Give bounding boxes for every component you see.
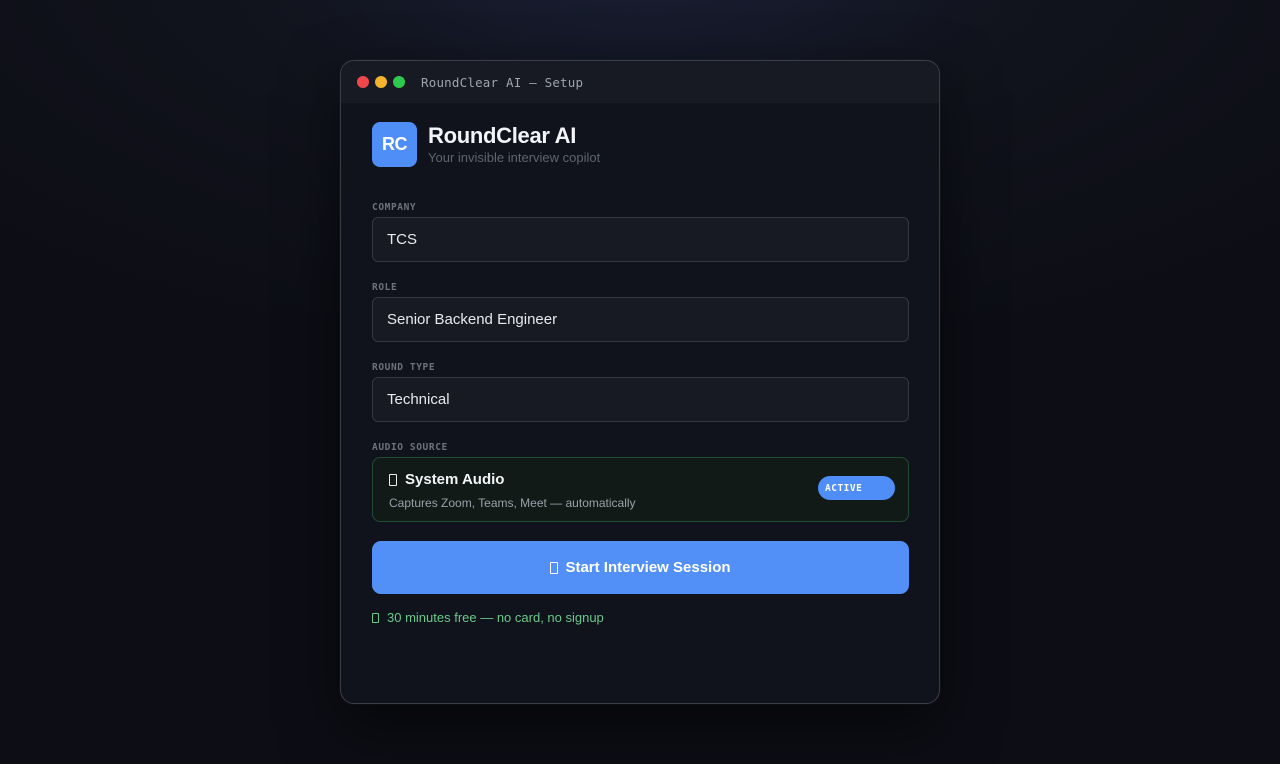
close-window-button[interactable] (357, 76, 369, 88)
active-badge: ACTIVE (818, 476, 895, 500)
window-title: RoundClear AI — Setup (421, 74, 584, 90)
brand-header: RC RoundClear AI Your invisible intervie… (372, 121, 908, 167)
audio-icon (389, 473, 397, 486)
minimize-window-button[interactable] (375, 76, 387, 88)
company-label: COMPANY (372, 202, 417, 213)
app-name: RoundClear AI (428, 122, 577, 148)
free-trial-text: 30 minutes free — no card, no signup (387, 610, 604, 625)
setup-window: RoundClear AI — Setup RC RoundClear AI Y… (340, 60, 940, 704)
setup-content: RC RoundClear AI Your invisible intervie… (341, 103, 939, 625)
audio-source-description: Captures Zoom, Teams, Meet — automatical… (389, 496, 636, 510)
round-type-label: ROUND TYPE (372, 362, 436, 373)
audio-source-card[interactable]: System Audio Captures Zoom, Teams, Meet … (372, 457, 909, 522)
app-logo: RC (372, 121, 417, 167)
audio-source-label: AUDIO SOURCE (372, 442, 448, 453)
brand-text: RoundClear AI Your invisible interview c… (428, 122, 601, 165)
maximize-window-button[interactable] (393, 76, 405, 88)
role-label: ROLE (372, 282, 398, 293)
company-field-group: COMPANY TCS (372, 202, 909, 262)
title-bar: RoundClear AI — Setup (341, 61, 939, 103)
audio-source-title: System Audio (405, 471, 505, 488)
free-trial-note: 30 minutes free — no card, no signup (372, 610, 908, 625)
audio-source-title-row: System Audio (389, 471, 892, 488)
start-session-button[interactable]: Start Interview Session (372, 541, 909, 594)
round-type-field-group: ROUND TYPE Technical (372, 362, 909, 422)
app-tagline: Your invisible interview copilot (428, 149, 601, 165)
start-button-wrap: Start Interview Session (372, 541, 909, 594)
start-session-label: Start Interview Session (565, 559, 731, 576)
role-field-group: ROLE Senior Backend Engineer (372, 282, 909, 342)
role-input[interactable]: Senior Backend Engineer (372, 297, 909, 342)
audio-source-group: AUDIO SOURCE System Audio Captures Zoom,… (372, 442, 909, 522)
round-type-select[interactable]: Technical (372, 377, 909, 422)
gift-icon (372, 612, 379, 623)
company-input[interactable]: TCS (372, 217, 909, 262)
start-icon (550, 561, 559, 574)
